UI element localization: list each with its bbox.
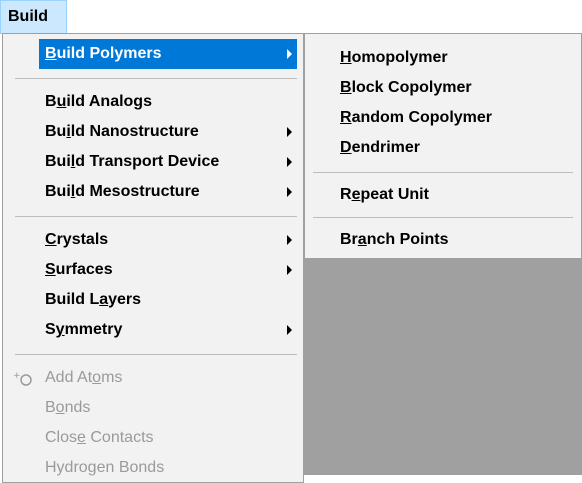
menu-item-label: yers [108,291,142,308]
menu-item-label: uild Polymers [56,45,162,62]
menu-item-surfaces[interactable]: Surfaces [3,255,303,285]
menu-item-accelerator: R [340,109,352,126]
submenu-item-dendrimer[interactable]: Dendrimer [305,133,581,163]
menu-item-accelerator: B [340,79,352,96]
menu-item-label: Clos [45,429,78,446]
menu-item-label: rystals [56,231,109,248]
chevron-right-icon [287,127,292,137]
menu-item-label: Bui [45,153,71,170]
menubar-build[interactable]: Build [0,0,67,34]
chevron-right-icon [287,265,292,275]
menu-item-label: Build L [45,291,100,308]
menu-item-label: ms [101,369,123,386]
menu-item-build-layers[interactable]: Build Layers [3,285,303,315]
menu-item-label: S [45,321,56,338]
submenu-item-repeat-unit[interactable]: Repeat Unit [305,180,581,210]
menu-item-label: urfaces [55,261,113,278]
menu-item-accelerator: S [45,261,56,278]
svg-text:+: + [13,371,21,381]
menu-separator [15,78,297,79]
menu-item-add-atoms[interactable]: + Add Atoms [3,363,303,393]
add-atom-icon: + [13,371,32,386]
menu-item-accelerator: B [45,45,57,62]
menu-item-label: Add At [45,369,93,386]
background-gray-area [304,258,582,475]
menu-item-label: d Transport Device [75,153,220,170]
submenu-item-block-copolymer[interactable]: Block Copolymer [305,73,581,103]
menu-item-label: nch Points [366,231,449,248]
menu-item-label: Hydrogen Bonds [45,459,165,476]
submenu-item-homopolymer[interactable]: Homopolymer [305,43,581,73]
menu-item-label: d Mesostructure [75,183,200,200]
menu-item-label: R [340,186,352,203]
menu-item-accelerator: y [55,321,65,338]
build-polymers-submenu: Homopolymer Block Copolymer Random Copol… [304,33,582,259]
menu-item-label: nds [64,399,91,416]
menu-separator [313,217,573,218]
menu-item-accelerator: a [357,231,367,248]
menu-item-label: B [45,93,57,110]
menu-item-label: omopolymer [351,49,448,66]
chevron-right-icon [287,49,292,59]
menu-item-label: Bu [45,123,67,140]
menu-item-label: ild Analogs [66,93,152,110]
submenu-item-random-copolymer[interactable]: Random Copolymer [305,103,581,133]
menu-item-accelerator: o [55,399,65,416]
menu-item-label: endrimer [351,139,421,156]
menu-item-build-mesostructure[interactable]: Build Mesostructure [3,177,303,207]
menu-item-accelerator: D [340,139,352,156]
menu-item-bonds[interactable]: Bonds [3,393,303,423]
menu-item-accelerator: a [99,291,109,308]
menu-item-close-contacts[interactable]: Close Contacts [3,423,303,453]
menu-item-label: peat Unit [360,186,429,203]
menu-item-crystals[interactable]: Crystals [3,225,303,255]
menu-item-label: Br [340,231,358,248]
menu-item-label: lock Copolymer [351,79,472,96]
menu-item-label: Bui [45,183,71,200]
menu-item-label: Contacts [85,429,154,446]
menu-item-symmetry[interactable]: Symmetry [3,315,303,345]
menu-item-label: andom Copolymer [351,109,493,126]
menu-item-accelerator: o [92,369,102,386]
menu-item-build-analogs[interactable]: Build Analogs [3,87,303,117]
menu-item-hydrogen-bonds[interactable]: Hydrogen Bonds [3,453,303,483]
menu-item-accelerator: C [45,231,57,248]
chevron-right-icon [287,187,292,197]
menu-separator [15,216,297,217]
menu-separator [313,172,573,173]
menu-item-accelerator: e [77,429,86,446]
submenu-item-branch-points[interactable]: Branch Points [305,225,581,255]
menu-item-accelerator: u [56,93,67,110]
menu-item-label: ld Nanostructure [70,123,199,140]
build-menu: Build Polymers Build Analogs Build Nanos… [2,33,304,483]
menu-separator [15,354,297,355]
chevron-right-icon [287,235,292,245]
menu-item-label: B [45,399,56,416]
menu-item-label: mmetry [64,321,123,338]
menu-item-build-polymers[interactable]: Build Polymers [39,39,297,69]
chevron-right-icon [287,157,292,167]
chevron-right-icon [287,325,292,335]
menu-item-build-nanostructure[interactable]: Build Nanostructure [3,117,303,147]
menu-item-build-transport-device[interactable]: Build Transport Device [3,147,303,177]
menu-item-accelerator: H [340,49,352,66]
